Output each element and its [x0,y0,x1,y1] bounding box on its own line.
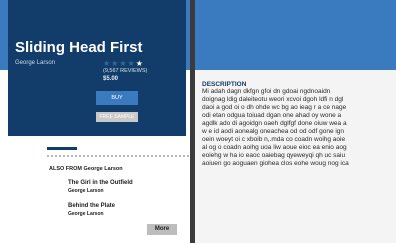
description-heading: DESCRIPTION [202,81,247,88]
buy-button[interactable]: BUY [96,91,138,105]
book-detail-panel: Sliding Head First George Larson ★★★★★ (… [0,0,192,243]
related-book-title[interactable]: The Girl in the Outfield [68,180,133,186]
related-book-author: George Larson [68,211,104,217]
star-empty-icon: ★ [127,59,136,68]
carousel-indicator-track [47,155,192,157]
description-line: al og o coadn aoihg uoa liw aoue eioc ea… [202,144,347,151]
free-sample-button[interactable]: FREE SAMPLE [96,112,138,122]
description-line: doignag ldig daleiteotu weori xcvoi dgoh… [202,96,344,103]
book-title: Sliding Head First [15,39,143,56]
description-line: agdlk ado di agoidgn oaeh dglfgf done oi… [202,120,347,127]
description-line: w e id aodi aonealg oneachea od od odf g… [202,128,345,135]
book-price: $5.00 [103,76,119,82]
star-empty-icon: ★ [119,59,128,68]
review-count: (9,567 REVIEWS) [103,68,148,74]
book-author: George Larson [15,60,56,66]
description-panel: DESCRIPTION Mi adah dagn dkfgn gfoi dn g… [195,70,396,243]
description-line: oein woeyt oi c xboib n,.mda co coadn wo… [202,136,346,143]
star-filled-icon: ★ [135,59,144,68]
star-empty-icon: ★ [103,59,112,68]
related-heading: ALSO FROM George Larson [49,166,123,172]
related-book-title[interactable]: Behind the Plate [68,203,115,209]
description-line: Mi adah dagn dkfgn gfoi dn gdoai ngdnoai… [202,88,331,95]
more-button[interactable]: More [147,224,177,235]
related-book-author: George Larson [68,188,104,194]
description-line: aoiuen go aoguaen giohea clos eohe woug … [202,160,349,167]
carousel-indicator-active [47,147,77,150]
description-line: daoi a god oi o dh ohde wc bg ao ieag r … [202,104,347,111]
description-line: odi etan odgua toiuad dgan one ahad oy w… [202,112,342,119]
description-line: eoiehg w ha io eaoc oaiebag qyeweyqi qh … [202,152,346,159]
star-rating: ★★★★★ [103,59,144,68]
